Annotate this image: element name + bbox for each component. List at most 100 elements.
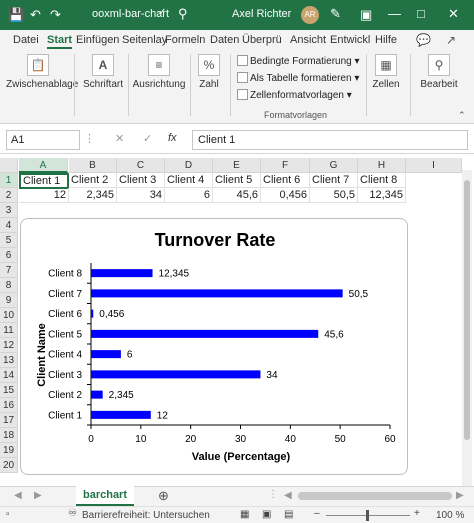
row-header[interactable]: 3 [0,203,18,218]
prev-sheet-icon[interactable]: ◀ [14,490,22,501]
row-header[interactable]: 4 [0,218,18,233]
column-header[interactable]: F [261,158,310,173]
row-header[interactable]: 19 [0,443,18,458]
close-icon[interactable]: ✕ [448,6,459,22]
accessibility-status[interactable]: Barrierefreiheit: Untersuchen [82,510,210,521]
column-header[interactable]: B [69,158,117,173]
ribbon-display-icon[interactable]: ▣ [360,7,372,23]
share-icon[interactable]: ↗ [446,33,456,47]
user-name[interactable]: Axel Richter [232,8,291,20]
normal-view-icon[interactable]: ▦ [240,509,249,520]
comment-icon[interactable]: 💬 [416,33,431,47]
cell-styles-button[interactable]: Zellenformatvorlagen ▾ [237,89,352,101]
select-all-corner[interactable] [0,158,18,173]
cell-f1[interactable]: Client 6 [261,173,310,188]
clipboard-button[interactable]: 📋 Zwischenablage [6,54,78,90]
cell-g2[interactable]: 50,5 [310,188,358,203]
row-header[interactable]: 18 [0,428,18,443]
tab-formeln[interactable]: Formeln [165,34,205,46]
zoom-in-icon[interactable]: + [414,508,420,519]
column-header[interactable]: H [358,158,406,173]
scrollbar-thumb[interactable] [464,180,470,440]
name-box-dropdown-icon[interactable]: ⋮ [84,132,95,145]
formula-input[interactable]: Client 1 [192,130,468,150]
cell-b2[interactable]: 2,345 [69,188,117,203]
zoom-out-icon[interactable]: – [314,508,320,519]
cell-d1[interactable]: Client 4 [165,173,213,188]
row-header[interactable]: 5 [0,233,18,248]
editing-button[interactable]: ⚲ Bearbeit [414,54,464,90]
cell-d2[interactable]: 6 [165,188,213,203]
cell-c2[interactable]: 34 [117,188,165,203]
minimize-icon[interactable]: — [388,6,401,21]
avatar[interactable]: AR [301,6,319,24]
tab-ueberpruefen[interactable]: Überprü [242,34,282,46]
tab-seitenlayout[interactable]: Seitenlay [122,34,167,46]
pen-icon[interactable]: ✎ [330,6,341,22]
sheet-tab-barchart[interactable]: barchart [76,486,134,506]
cell-a1[interactable]: Client 1 [19,173,69,189]
row-header[interactable]: 8 [0,278,18,293]
row-header[interactable]: 7 [0,263,18,278]
page-layout-icon[interactable]: ▣ [262,509,271,520]
row-header[interactable]: 11 [0,323,18,338]
cell-e1[interactable]: Client 5 [213,173,261,188]
cells-button[interactable]: ▦ Zellen [372,54,400,90]
name-box[interactable]: A1 [6,130,80,150]
row-header[interactable]: 6 [0,248,18,263]
row-header[interactable]: 17 [0,413,18,428]
conditional-formatting-button[interactable]: Bedingte Formatierung ▾ [237,55,360,67]
next-sheet-icon[interactable]: ▶ [34,490,42,501]
search-icon[interactable]: ⚲ [178,6,188,22]
row-header[interactable]: 10 [0,308,18,323]
tab-einfuegen[interactable]: Einfügen [76,34,119,46]
cell-f2[interactable]: 0,456 [261,188,310,203]
page-break-icon[interactable]: ▤ [284,509,293,520]
row-header[interactable]: 13 [0,353,18,368]
column-header[interactable]: D [165,158,213,173]
row-header[interactable]: 9 [0,293,18,308]
tab-start[interactable]: Start [47,34,73,49]
chart-area[interactable]: Turnover Rate Value (Percentage) Client … [20,218,408,475]
cell-c1[interactable]: Client 3 [117,173,165,188]
insert-function-icon[interactable]: fx [168,132,177,144]
more-options-icon[interactable]: ⋮ [268,489,278,500]
accessibility-icon[interactable]: ♾ [68,508,77,519]
maximize-icon[interactable]: □ [417,6,425,21]
row-header[interactable]: 12 [0,338,18,353]
column-header[interactable]: C [117,158,165,173]
column-header[interactable]: I [406,158,462,173]
enter-icon[interactable]: ✓ [143,132,152,145]
row-header[interactable]: 20 [0,458,18,473]
font-button[interactable]: A Schriftart [80,54,126,90]
tab-ansicht[interactable]: Ansicht [290,34,326,46]
cell-h2[interactable]: 12,345 [358,188,406,203]
cell-h1[interactable]: Client 8 [358,173,406,188]
undo-icon[interactable]: ↶ [30,7,41,23]
zoom-slider-handle[interactable] [366,510,369,521]
check-icon[interactable]: ✓ [158,7,166,18]
cell-g1[interactable]: Client 7 [310,173,358,188]
cell-a2[interactable]: 12 [19,188,69,203]
format-as-table-button[interactable]: Als Tabelle formatieren ▾ [237,72,359,84]
scroll-left-icon[interactable]: ◀ [284,490,292,501]
tab-entwicklertools[interactable]: Entwickl [330,34,370,46]
row-header[interactable]: 2 [0,188,18,203]
column-header[interactable]: A [19,158,68,173]
number-button[interactable]: % Zahl [196,54,222,90]
row-header[interactable]: 14 [0,368,18,383]
horizontal-scrollbar[interactable] [298,492,452,500]
column-header[interactable]: E [213,158,261,173]
vertical-scrollbar[interactable] [462,170,472,488]
alignment-button[interactable]: ≡ Ausrichtung [132,54,186,90]
cell-e2[interactable]: 45,6 [213,188,261,203]
save-icon[interactable]: 💾 [8,7,24,23]
tab-hilfe[interactable]: Hilfe [375,34,397,46]
add-sheet-icon[interactable]: ⊕ [158,488,169,504]
collapse-ribbon-icon[interactable]: ⌃ [458,110,466,121]
cell-b1[interactable]: Client 2 [69,173,117,188]
scroll-right-icon[interactable]: ▶ [456,490,464,501]
column-header[interactable]: G [310,158,358,173]
row-header[interactable]: 1 [0,173,18,188]
tab-daten[interactable]: Daten [210,34,239,46]
